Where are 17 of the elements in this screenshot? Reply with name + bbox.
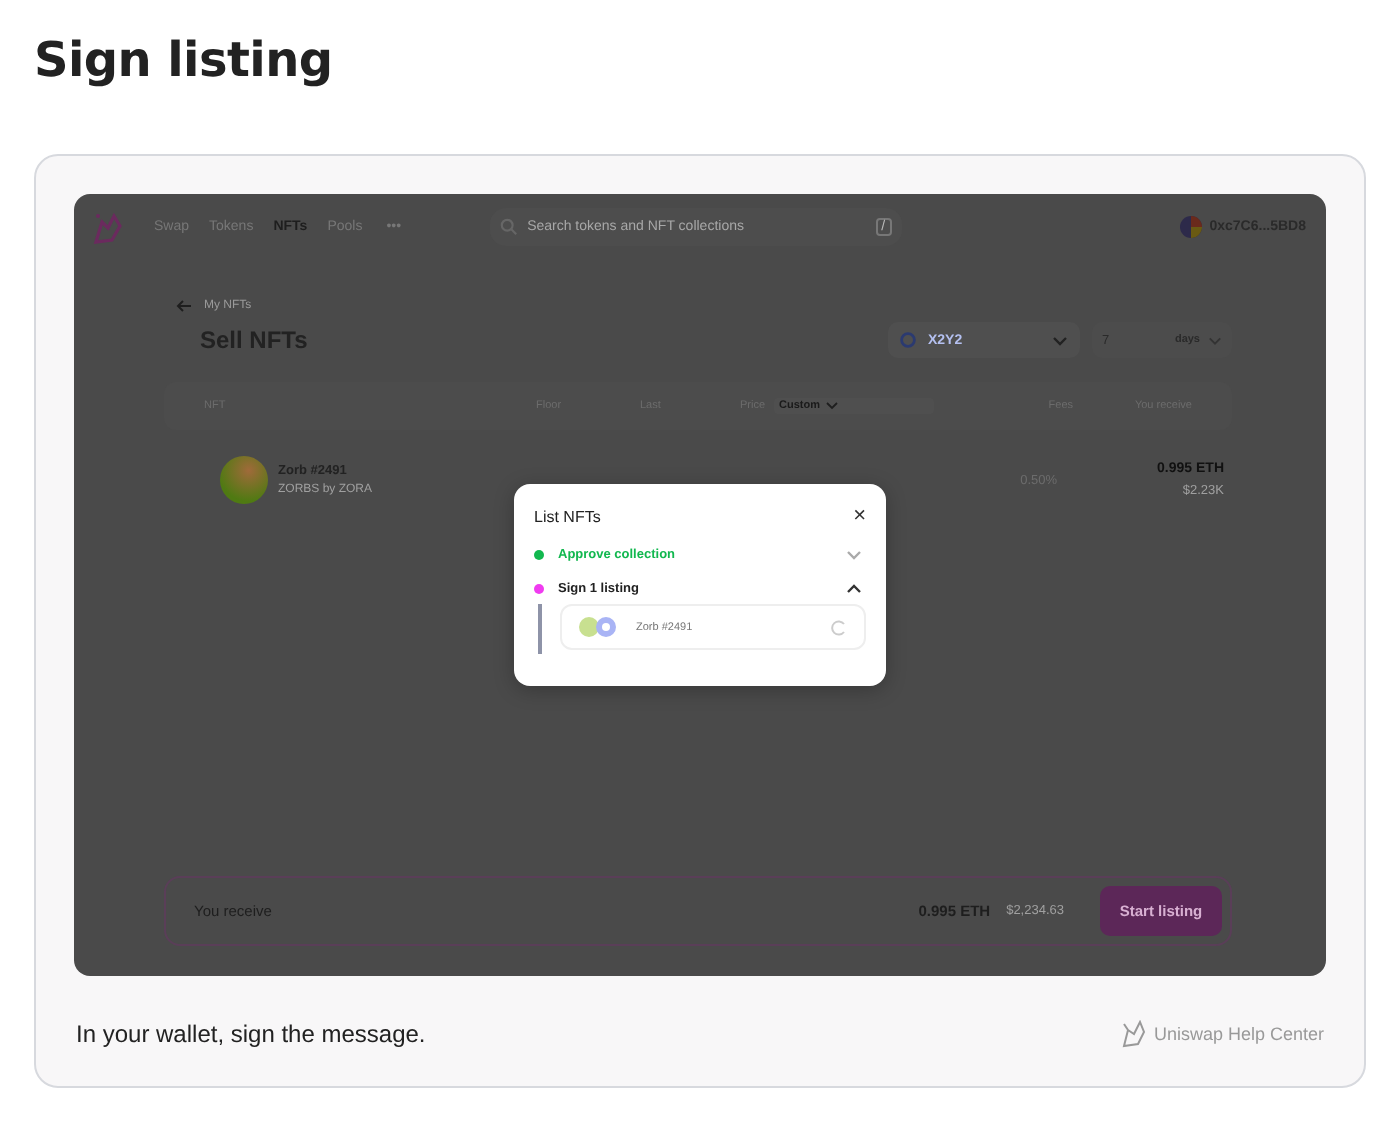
- nft-thumbnail: [220, 456, 268, 504]
- spinner-icon: [830, 619, 846, 635]
- chevron-down-icon[interactable]: [846, 549, 862, 559]
- page-title: Sign listing: [34, 30, 335, 92]
- marketplace-icon: [900, 332, 916, 348]
- caption: In your wallet, sign the message.: [76, 1019, 426, 1047]
- help-center-link[interactable]: Uniswap Help Center: [1119, 1019, 1324, 1047]
- avatar-icon: [1179, 216, 1202, 238]
- chevron-up-icon[interactable]: [846, 583, 862, 593]
- nft-and-market-icon: [578, 616, 618, 638]
- back-arrow-icon[interactable]: [176, 300, 192, 312]
- modal-title: List NFTs: [534, 507, 601, 525]
- close-button[interactable]: ×: [853, 505, 866, 527]
- chevron-down-icon: [1208, 335, 1222, 345]
- chevron-down-icon: [1052, 335, 1068, 345]
- chevron-down-icon: [826, 402, 839, 410]
- search-icon: [499, 218, 518, 236]
